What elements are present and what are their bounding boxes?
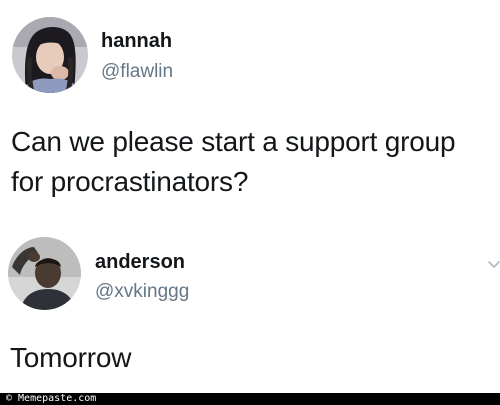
avatar-anderson[interactable] — [8, 237, 81, 310]
display-name-anderson[interactable]: anderson — [95, 252, 185, 272]
tweet-text-line: for procrastinators? — [11, 166, 249, 197]
chevron-down-icon[interactable] — [487, 257, 500, 271]
handle-hannah[interactable]: @flawlin — [101, 62, 173, 81]
avatar-hannah-image — [12, 17, 88, 93]
handle-anderson[interactable]: @xvkinggg — [95, 282, 189, 301]
watermark-text: © Memepaste.com — [6, 393, 97, 404]
avatar-hannah[interactable] — [12, 17, 88, 93]
display-name-hannah[interactable]: hannah — [101, 31, 172, 51]
tweet-text: Can we please start a support group for … — [11, 122, 491, 202]
tweet-text-line: Can we please start a support group — [11, 126, 456, 157]
watermark-bar: © Memepaste.com — [0, 393, 500, 405]
reply-text: Tomorrow — [10, 342, 132, 373]
avatar-anderson-image — [8, 237, 81, 310]
